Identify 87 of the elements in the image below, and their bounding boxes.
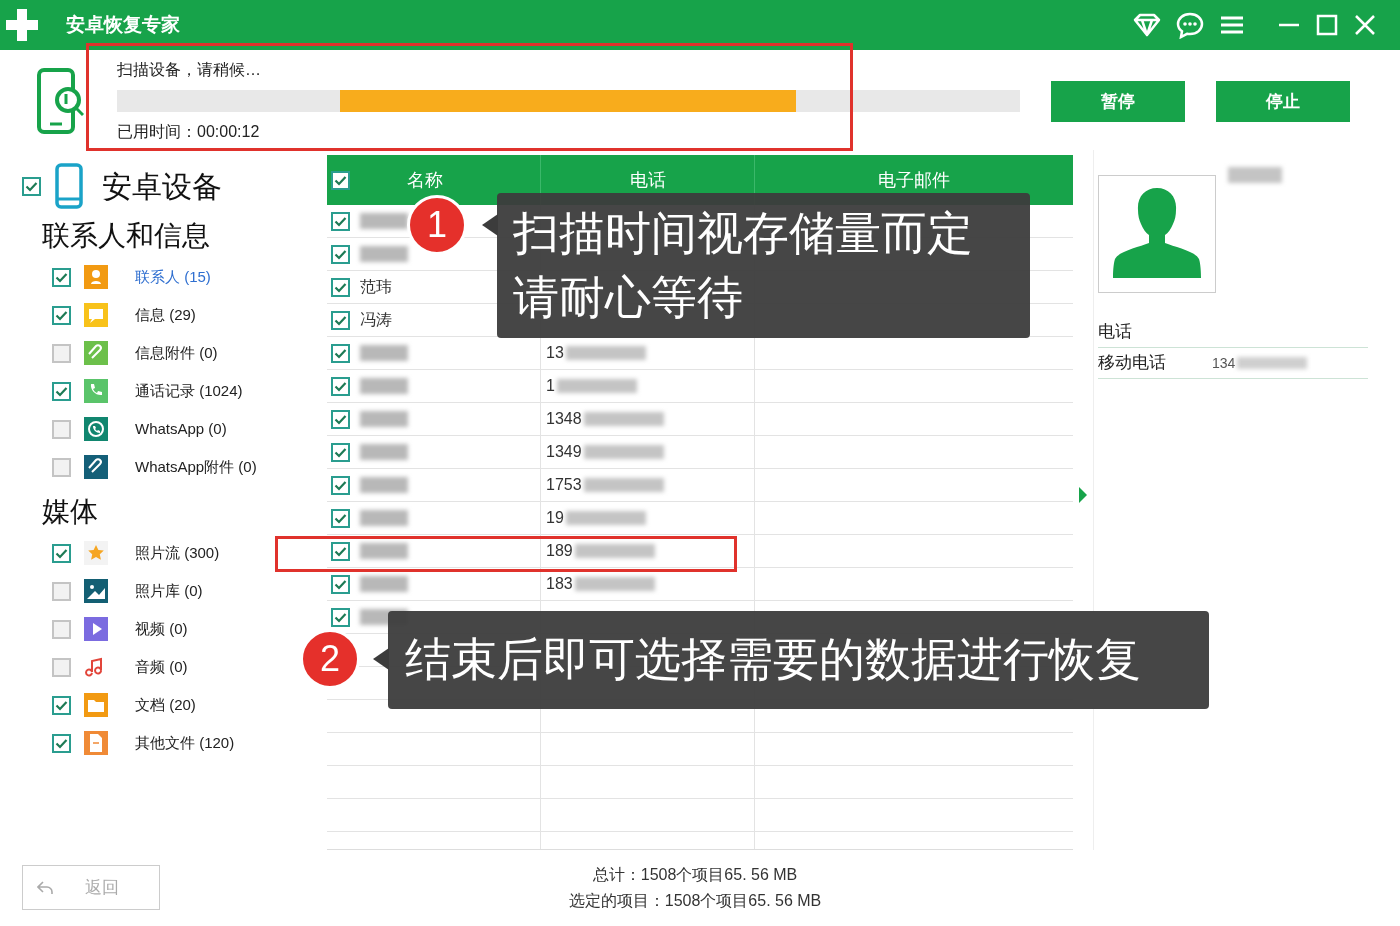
checkbox[interactable] [331,409,350,429]
phone-icon [55,163,83,209]
window-title: 安卓恢复专家 [66,12,180,37]
expand-arrow-icon[interactable] [1079,487,1087,503]
checkbox[interactable] [331,475,350,495]
phone-number: 189 [546,541,573,561]
phone-search-icon [36,67,84,135]
step-number: 2 [300,629,360,689]
callout-text: 请耐心等待 [513,270,743,325]
checkbox[interactable] [52,457,71,477]
category-item[interactable]: 照片库 (0) [135,579,203,603]
document-icon [84,731,108,755]
blurred-text [1237,357,1308,369]
checkbox[interactable] [52,343,71,363]
section-heading: 联系人和信息 [42,219,211,253]
category-item[interactable]: 文档 (20) [135,693,196,717]
contact-name: 范玮 [360,277,392,297]
chat-icon [84,303,108,327]
checkbox[interactable] [52,543,71,563]
checkbox[interactable] [52,419,71,439]
category-item[interactable]: 通话记录 (1024) [135,379,243,403]
category-item[interactable]: WhatsApp (0) [135,417,227,441]
checkbox[interactable] [331,574,350,594]
phone-number: 1348 [546,409,582,429]
menu-icon[interactable] [1220,15,1244,35]
total-summary: 总计：1508个项目65. 56 MB [592,865,798,885]
checkbox[interactable] [22,176,41,196]
category-item[interactable]: WhatsApp附件 (0) [135,455,257,479]
phone-number: 1753 [546,475,582,495]
person-silhouette-icon [1113,186,1201,278]
checkbox[interactable] [52,381,71,401]
checkbox[interactable] [52,695,71,715]
callout-text: 扫描时间视存储量而定 [513,206,973,261]
phone-number: 1349 [546,442,582,462]
elapsed-time: 已用时间：00:00:12 [117,122,261,142]
checkbox[interactable] [331,607,350,627]
back-arrow-icon [37,880,53,895]
paperclip-icon [84,341,108,365]
checkbox[interactable] [52,581,71,601]
category-item[interactable]: 其他文件 (120) [135,731,235,755]
field-label: 移动电话 [1098,352,1167,375]
checkbox[interactable] [52,619,71,639]
field-value: 134 [1212,353,1236,373]
category-item[interactable]: 音频 (0) [135,655,188,679]
device-label[interactable]: 安卓设备 [102,163,222,209]
category-item[interactable]: 信息 (29) [135,303,196,327]
contact-name: 冯涛 [360,310,392,330]
checkbox[interactable] [331,343,350,363]
image-icon [84,579,108,603]
chat-icon[interactable] [1176,11,1204,39]
checkbox[interactable] [52,305,71,325]
category-item[interactable]: 信息附件 (0) [135,341,218,365]
step-number: 1 [407,195,467,255]
checkbox[interactable] [331,244,350,264]
scan-status: 扫描设备，请稍候… [117,60,262,80]
diamond-icon[interactable] [1132,13,1162,37]
total-summary: 选定的项目：1508个项目65. 56 MB [568,891,822,911]
phone-number: 183 [546,574,573,594]
checkbox[interactable] [331,211,350,231]
maximize-icon[interactable] [1316,14,1338,36]
checkbox[interactable] [52,267,71,287]
field-heading: 电话 [1098,319,1368,348]
phone-icon [84,379,108,403]
phone-number: 13 [546,343,564,363]
checkbox[interactable] [331,170,350,190]
play-icon [84,617,108,641]
cross-logo-icon [4,7,40,43]
checkbox[interactable] [331,310,350,330]
checkbox[interactable] [52,733,71,753]
phone-number: 1 [546,376,555,396]
close-icon[interactable] [1354,14,1376,36]
phone-number: 19 [546,508,564,528]
category-item[interactable]: 视频 (0) [135,617,188,641]
checkbox[interactable] [331,442,350,462]
checkbox[interactable] [331,508,350,528]
checkbox[interactable] [52,657,71,677]
folder-icon [84,693,108,717]
section-heading: 媒体 [42,495,99,529]
chat-phone-icon [84,417,108,441]
checkbox[interactable] [331,277,350,297]
callout-text: 结束后即可选择需要的数据进行恢复 [405,632,1141,687]
checkbox[interactable] [331,376,350,396]
category-item[interactable]: 联系人 (15) [135,265,211,289]
category-item[interactable]: 照片流 (300) [135,541,220,565]
person-icon [84,265,108,289]
paperclip-icon [84,455,108,479]
checkbox[interactable] [331,541,350,561]
